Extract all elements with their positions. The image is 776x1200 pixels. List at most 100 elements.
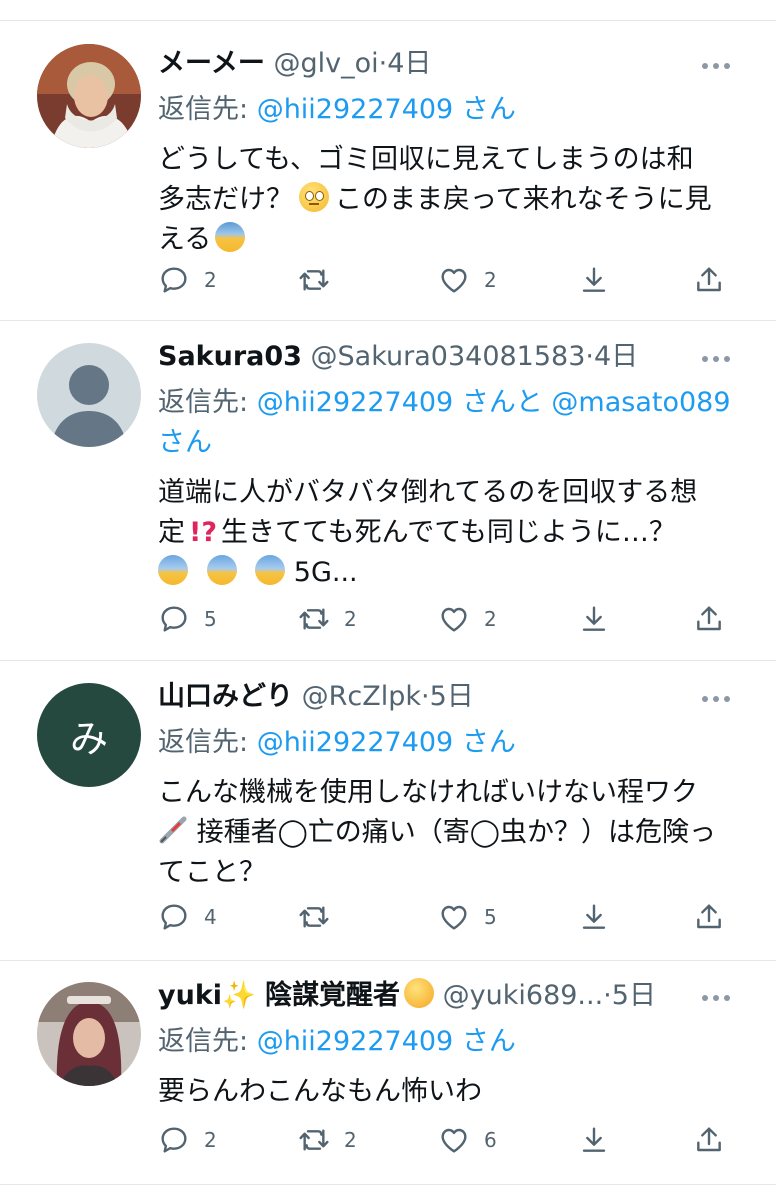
like-button[interactable]: 2 [438, 599, 497, 639]
share-button[interactable] [693, 260, 725, 300]
avatar[interactable] [37, 343, 141, 447]
body-line: てこと？ [158, 857, 266, 888]
like-button[interactable]: 6 [438, 1120, 497, 1160]
reply-count: 2 [204, 1128, 217, 1152]
share-button[interactable] [693, 1120, 725, 1160]
more-dots-icon[interactable] [696, 44, 736, 84]
user-handle[interactable]: @Sakura034081583 [311, 341, 586, 372]
retweet-icon [298, 901, 330, 933]
timestamp[interactable]: 4日 [594, 341, 638, 372]
download-icon [578, 603, 610, 635]
tweet-body: こんな機械を使用しなければいけない程ワク 接種者◯亡の痛い（寄◯虫か？）は危険っ… [158, 773, 736, 893]
reply-suffix: さん [461, 94, 516, 125]
reply-context: 返信先: @hii29227409 さん [158, 1022, 736, 1062]
action-bar: 2 2 [158, 260, 738, 300]
retweet-button[interactable]: 2 [298, 1120, 357, 1160]
reply-mention-link[interactable]: @masato089 [551, 387, 730, 418]
body-line: どうしても、ゴミ回収に見えてしまうのは和 [158, 144, 694, 175]
share-icon [693, 603, 725, 635]
retweet-button[interactable] [298, 260, 344, 300]
share-icon [693, 1124, 725, 1156]
avatar[interactable] [37, 44, 141, 148]
tweet-body: 要らんわこんなもん怖いわ [158, 1072, 736, 1112]
body-line: 5G... [293, 557, 358, 588]
timestamp[interactable]: 5日 [430, 681, 474, 712]
heart-icon [438, 603, 470, 635]
reply-mention-link[interactable]: @hii29227409 [257, 1026, 454, 1057]
separator-dot: · [378, 48, 388, 79]
anxious-sweat-emoji-icon [215, 222, 246, 252]
retweet-icon [298, 264, 330, 296]
heart-icon [438, 264, 470, 296]
separator-dot: · [420, 681, 430, 712]
timestamp[interactable]: 4日 [387, 48, 431, 79]
reply-button[interactable]: 4 [158, 897, 217, 937]
divider [0, 320, 776, 321]
smiling-hearts-emoji-icon [404, 978, 435, 1008]
reply-context: 返信先: @hii29227409 さん [158, 90, 736, 130]
reply-button[interactable]: 2 [158, 1120, 217, 1160]
reply-prefix: 返信先: [158, 727, 257, 758]
share-button[interactable] [693, 599, 725, 639]
share-icon [693, 901, 725, 933]
timestamp[interactable]: 5日 [612, 980, 656, 1011]
speech-bubble-icon [158, 603, 190, 635]
reply-context: 返信先: @hii29227409 さんと @masato089 さん [158, 383, 736, 463]
save-button[interactable] [578, 1120, 610, 1160]
save-button[interactable] [578, 897, 610, 937]
user-handle[interactable]: @RcZlpk [302, 681, 421, 712]
user-handle[interactable]: @yuki689... [443, 980, 604, 1011]
tweet-body: 道端に人がバタバタ倒れてるのを回収する想 定!? 生きてても死んでても同じように…… [158, 473, 736, 593]
reply-context: 返信先: @hii29227409 さん [158, 723, 736, 763]
reply-count: 4 [204, 905, 217, 929]
reply-mention-link[interactable]: @hii29227409 [257, 727, 454, 758]
user-name[interactable]: Sakura03 [158, 341, 302, 372]
like-button[interactable]: 2 [438, 260, 497, 300]
heart-icon [438, 1124, 470, 1156]
user-name[interactable]: 山口みどり [158, 681, 293, 712]
reply-button[interactable]: 5 [158, 599, 217, 639]
scream-emoji-icon [206, 555, 237, 585]
download-icon [578, 1124, 610, 1156]
retweet-button[interactable] [298, 897, 344, 937]
reply-mention-link[interactable]: @hii29227409 [257, 94, 454, 125]
more-dots-icon[interactable] [696, 976, 736, 1016]
save-button[interactable] [578, 260, 610, 300]
speech-bubble-icon [158, 901, 190, 933]
avatar[interactable]: み [37, 683, 141, 787]
more-dots-icon[interactable] [696, 337, 736, 377]
retweet-icon [298, 603, 330, 635]
like-count: 6 [484, 1128, 497, 1152]
avatar-letter: み [69, 716, 108, 761]
syringe-icon [159, 816, 187, 844]
action-bar: 2 2 6 [158, 1120, 738, 1160]
like-count: 5 [484, 905, 497, 929]
heart-icon [438, 901, 470, 933]
body-line: こんな機械を使用しなければいけない程ワク [158, 777, 698, 808]
reply-suffix: さん [461, 1026, 516, 1057]
tweet-body: どうしても、ゴミ回収に見えてしまうのは和 多志だけ？ このまま戻って来れなそうに見… [158, 140, 736, 260]
action-bar: 4 5 [158, 897, 738, 937]
download-icon [578, 901, 610, 933]
separator-dot: · [585, 341, 594, 372]
user-name[interactable]: yuki✨ 陰謀覚醒者 [158, 980, 400, 1011]
like-count: 2 [484, 268, 497, 292]
body-line: 接種者◯亡の痛い（寄◯虫か？）は危険っ [196, 817, 717, 848]
reply-prefix: 返信先: [158, 94, 257, 125]
like-button[interactable]: 5 [438, 897, 497, 937]
user-name[interactable]: メーメー [158, 48, 265, 79]
reply-mention-link[interactable]: @hii29227409 [257, 387, 454, 418]
share-button[interactable] [693, 897, 725, 937]
reply-button[interactable]: 2 [158, 260, 217, 300]
user-handle[interactable]: @glv_oi [274, 48, 379, 79]
retweet-button[interactable]: 2 [298, 599, 357, 639]
divider [0, 20, 776, 21]
save-button[interactable] [578, 599, 610, 639]
more-dots-icon[interactable] [696, 677, 736, 717]
scream-emoji-icon [158, 555, 188, 585]
avatar[interactable] [37, 982, 141, 1086]
body-line: 道端に人がバタバタ倒れてるのを回収する想 [158, 477, 698, 508]
reply-count: 2 [204, 268, 217, 292]
reply-mid: さんと [461, 387, 552, 418]
eye-roll-emoji-icon [299, 182, 329, 212]
